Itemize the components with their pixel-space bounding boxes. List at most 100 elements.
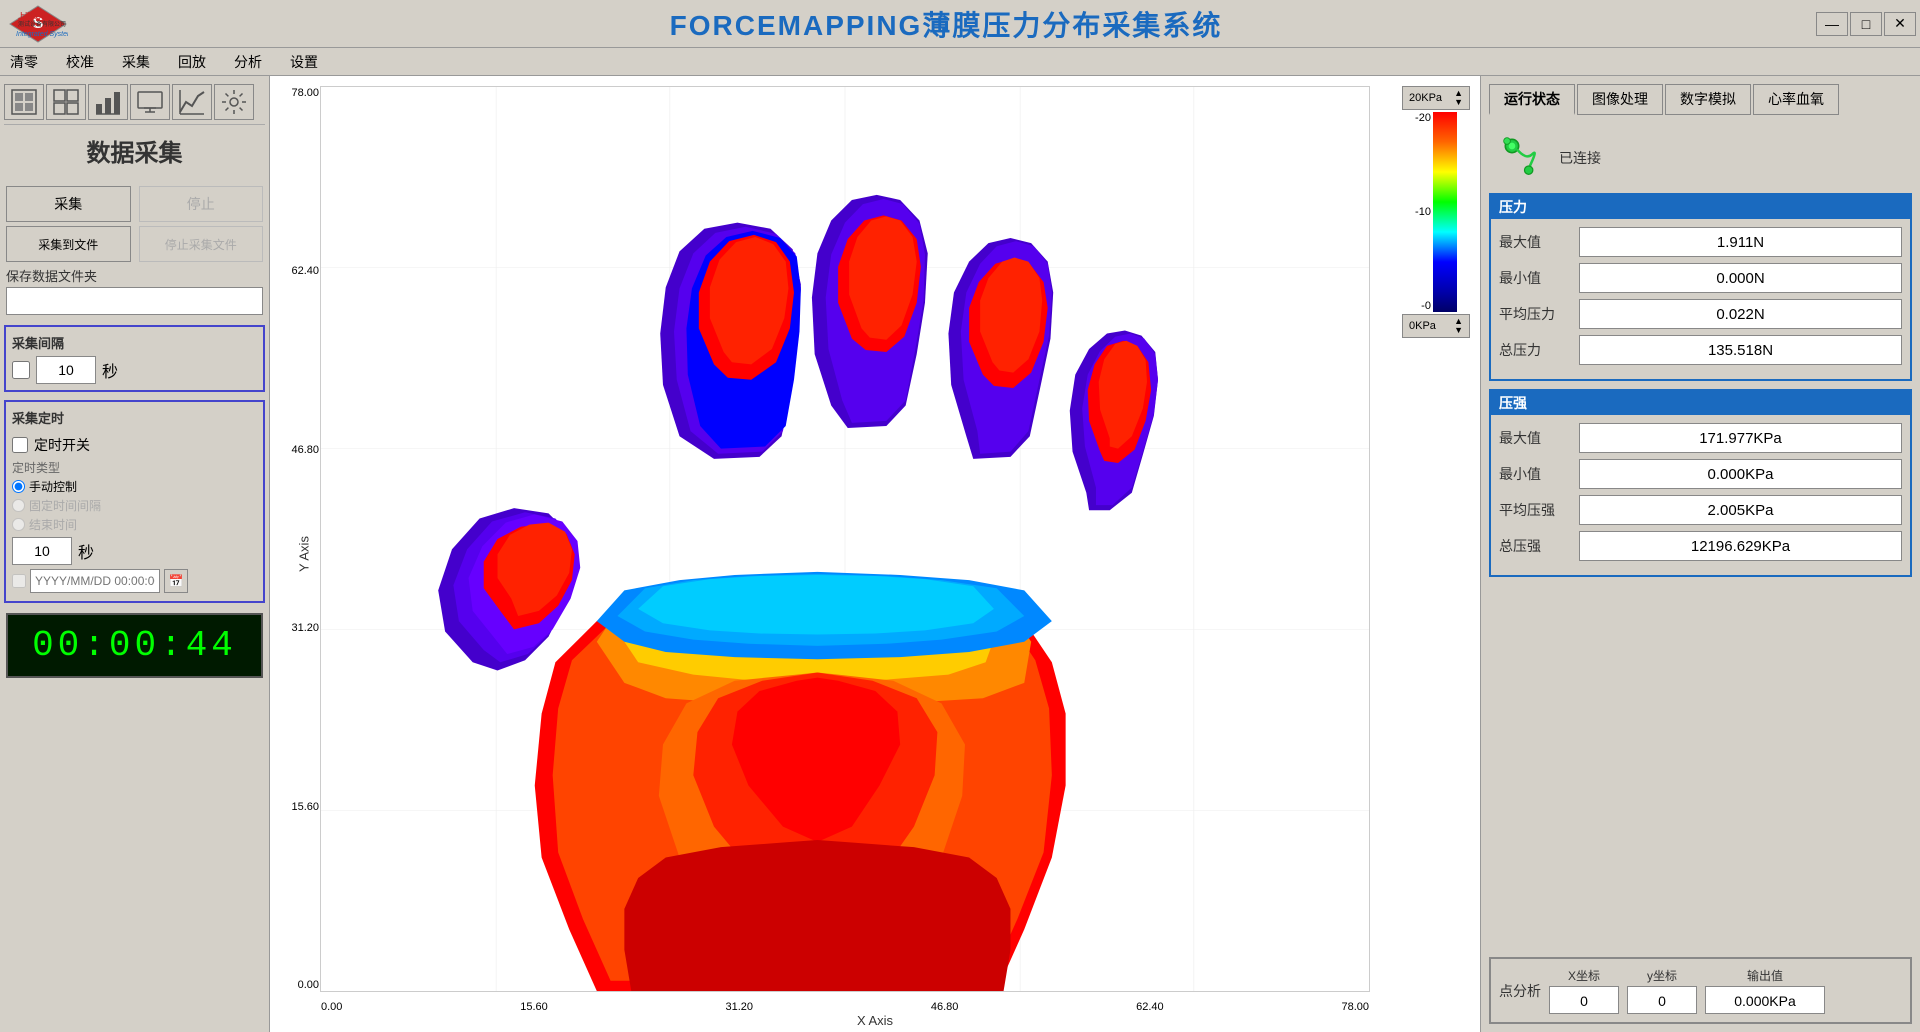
end-time-input[interactable]	[30, 569, 160, 593]
output-label: 输出值	[1747, 967, 1783, 984]
y-axis-label: Y Axis	[296, 536, 311, 572]
colorbar-top-button[interactable]: 20KPa ▲ ▼	[1402, 86, 1470, 110]
x-coord-label: X坐标	[1568, 967, 1600, 984]
timer-switch-row: 采集定时	[12, 408, 257, 431]
pressure-avg-label: 平均压力	[1499, 304, 1579, 324]
y-coord-col: y坐标 0	[1627, 967, 1697, 1014]
interval-checkbox[interactable]	[12, 361, 30, 379]
pi-avg-label: 平均压强	[1499, 500, 1579, 520]
pressure-avg-value: 0.022N	[1579, 299, 1902, 329]
app-title: FORCEMAPPING薄膜压力分布采集系统	[76, 4, 1816, 44]
close-button[interactable]: ✕	[1884, 12, 1916, 36]
pressure-total-label: 总压力	[1499, 340, 1579, 360]
timer-switch-row2: 定时开关	[12, 435, 257, 455]
company-logo: S 上海昱成 测试设备有限公司 Integrated System	[8, 4, 68, 44]
colorbar-bot-button[interactable]: 0KPa ▲ ▼	[1402, 314, 1470, 338]
interval-num-input[interactable]	[36, 356, 96, 384]
y-tick-62: 62.40	[291, 265, 319, 277]
menubar: 清零 校准 采集 回放 分析 设置	[0, 48, 1920, 76]
svg-text:Integrated System: Integrated System	[16, 31, 68, 38]
collect-file-button[interactable]: 采集到文件	[6, 226, 131, 262]
radio-fixed[interactable]	[12, 499, 25, 512]
calendar-button[interactable]: 📅	[164, 569, 188, 593]
tab-digital-sim[interactable]: 数字模拟	[1665, 84, 1751, 115]
pressure-avg-row: 平均压力 0.022N	[1499, 299, 1902, 329]
pressure-min-label: 最小值	[1499, 268, 1579, 288]
x-tick-0: 0.00	[321, 1001, 342, 1013]
connection-icon	[1497, 131, 1547, 181]
menu-item-analyze[interactable]: 分析	[228, 50, 268, 74]
pressure-max-label: 最大值	[1499, 232, 1579, 252]
menu-item-collect[interactable]: 采集	[116, 50, 156, 74]
point-analysis-inner: 点分析 X坐标 0 y坐标 0 输出值 0.000KPa	[1499, 967, 1902, 1014]
toolbar-display-icon[interactable]	[130, 84, 170, 120]
y-coord-value: 0	[1627, 986, 1697, 1014]
menu-item-clear[interactable]: 清零	[4, 50, 44, 74]
stop-button[interactable]: 停止	[139, 186, 264, 222]
menu-item-calibrate[interactable]: 校准	[60, 50, 100, 74]
pressure-section-title: 压力	[1491, 195, 1910, 219]
stop-file-button[interactable]: 停止采集文件	[139, 226, 264, 262]
tab-heart-rate[interactable]: 心率血氧	[1753, 84, 1839, 115]
colorbar-top-label: 20KPa	[1409, 92, 1442, 104]
toolbar-collect-icon[interactable]	[4, 84, 44, 120]
maximize-button[interactable]: □	[1850, 12, 1882, 36]
sidebar-title: 数据采集	[4, 125, 265, 176]
timer-checkbox[interactable]	[12, 437, 28, 453]
y-tick-0: 0.00	[298, 979, 319, 991]
x-tick-labels: 0.00 15.60 31.20 46.80 62.40 78.00	[321, 1001, 1369, 1013]
pressure-total-value: 135.518N	[1579, 335, 1902, 365]
x-axis-label: X Axis	[857, 1013, 893, 1028]
chart-area: Y Axis 78.00 62.40 46.80 31.20 15.60 0.0…	[270, 76, 1480, 1032]
end-time-checkbox[interactable]	[12, 574, 26, 588]
connection-area: 已连接	[1489, 127, 1912, 185]
save-folder-label: 保存数据文件夹	[6, 266, 263, 285]
toolbar-settings-icon[interactable]	[214, 84, 254, 120]
time-interval-input[interactable]	[12, 537, 72, 565]
minimize-button[interactable]: —	[1816, 12, 1848, 36]
pressure-min-row: 最小值 0.000N	[1499, 263, 1902, 293]
collect-button[interactable]: 采集	[6, 186, 131, 222]
tab-image-process[interactable]: 图像处理	[1577, 84, 1663, 115]
menu-item-settings[interactable]: 设置	[284, 50, 324, 74]
cb-label-20: -20	[1415, 112, 1431, 124]
toolbar-grid-icon[interactable]	[46, 84, 86, 120]
x-tick-31: 31.20	[726, 1001, 754, 1013]
pressure-max-row: 最大值 1.911N	[1499, 227, 1902, 257]
colorbar-with-labels: -20 -10 -0	[1415, 112, 1457, 312]
svg-text:上海昱成: 上海昱成	[18, 11, 46, 20]
main-content: 数据采集 采集 停止 采集到文件 停止采集文件 保存数据文件夹 采集间隔 秒	[0, 76, 1920, 1032]
save-folder-input[interactable]	[6, 287, 263, 315]
end-time-row: 📅	[12, 569, 257, 593]
interval-row: 秒	[12, 356, 257, 384]
tab-run-status[interactable]: 运行状态	[1489, 84, 1575, 115]
y-tick-46: 46.80	[291, 444, 319, 456]
y-tick-78: 78.00	[291, 87, 319, 99]
pi-max-label: 最大值	[1499, 428, 1579, 448]
radio-fixed-row: 固定时间间隔	[12, 497, 257, 514]
y-tick-31: 31.20	[291, 622, 319, 634]
interval-section: 采集间隔 秒	[4, 325, 265, 392]
pi-total-row: 总压强 12196.629KPa	[1499, 531, 1902, 561]
toolbar-chart-icon[interactable]	[88, 84, 128, 120]
timer-title: 采集定时	[12, 408, 64, 427]
pi-max-row: 最大值 171.977KPa	[1499, 423, 1902, 453]
timer-switch-label: 定时开关	[34, 435, 90, 455]
toolbar-graph-icon[interactable]	[172, 84, 212, 120]
chart-container: 78.00 62.40 46.80 31.20 15.60 0.00	[320, 86, 1370, 992]
collect-buttons-row: 采集 停止	[6, 186, 263, 222]
menu-item-playback[interactable]: 回放	[172, 50, 212, 74]
timer-section: 采集定时 定时开关 定时类型 手动控制 固定时间间隔 结束时间 秒	[4, 400, 265, 603]
x-tick-78: 78.00	[1341, 1001, 1369, 1013]
radio-manual[interactable]	[12, 480, 25, 493]
cb-label-10: -10	[1415, 206, 1431, 218]
connection-status-label: 已连接	[1559, 148, 1601, 168]
radio-end[interactable]	[12, 518, 25, 531]
point-analysis-section: 点分析 X坐标 0 y坐标 0 输出值 0.000KPa	[1489, 957, 1912, 1024]
pi-min-label: 最小值	[1499, 464, 1579, 484]
spacer	[1489, 585, 1912, 949]
logo-area: S 上海昱成 测试设备有限公司 Integrated System	[0, 0, 76, 48]
x-tick-62: 62.40	[1136, 1001, 1164, 1013]
interval-title: 采集间隔	[12, 333, 257, 352]
window-controls[interactable]: — □ ✕	[1816, 12, 1916, 36]
